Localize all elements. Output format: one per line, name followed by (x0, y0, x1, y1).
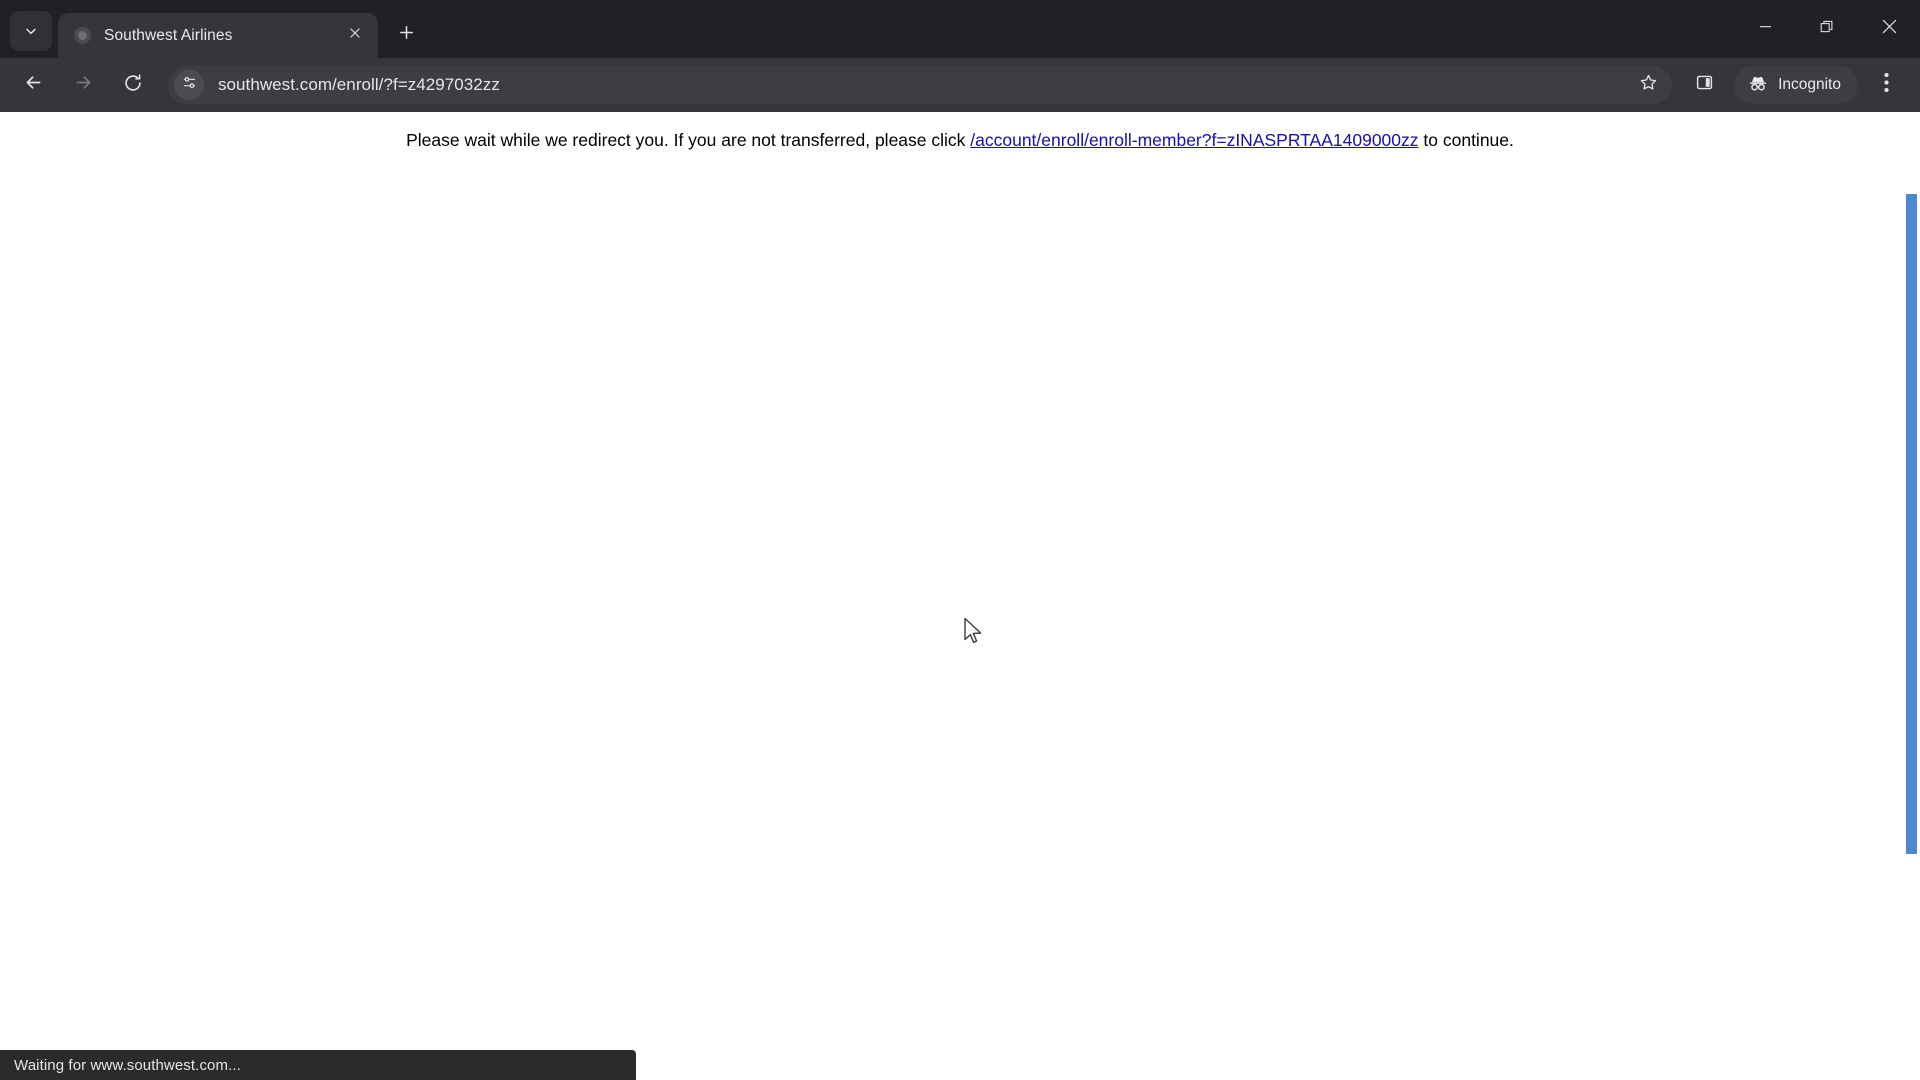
window-minimize-button[interactable] (1734, 0, 1796, 58)
close-icon (348, 26, 362, 45)
close-icon (1882, 19, 1897, 39)
enroll-member-link[interactable]: /account/enroll/enroll-member?f=zINASPRT… (970, 130, 1418, 150)
page-content: Please wait while we redirect you. If yo… (0, 112, 1920, 152)
tab-search-button[interactable] (10, 11, 52, 51)
chrome-menu-button[interactable] (1866, 65, 1906, 105)
back-button[interactable] (13, 65, 53, 105)
tab-close-button[interactable] (342, 23, 368, 49)
tab-strip: Southwest Airlines (0, 0, 1920, 58)
page-viewport: Please wait while we redirect you. If yo… (0, 112, 1920, 1080)
tab-title: Southwest Airlines (104, 26, 233, 44)
tune-sliders-icon (181, 74, 198, 96)
mouse-cursor (963, 617, 985, 647)
browser-tab[interactable]: Southwest Airlines (58, 13, 378, 58)
forward-arrow-icon (73, 72, 94, 98)
new-tab-button[interactable] (388, 17, 424, 53)
three-dot-menu-icon (1883, 72, 1889, 98)
vertical-scrollbar[interactable] (1905, 194, 1918, 1080)
incognito-spy-icon (1747, 72, 1769, 99)
window-restore-button[interactable] (1796, 0, 1858, 58)
status-bubble: Waiting for www.southwest.com... (0, 1050, 636, 1080)
browser-toolbar: southwest.com/enroll/?f=z4297032zz Incog… (0, 58, 1920, 112)
tab-list: Southwest Airlines (58, 0, 378, 58)
side-panel-button[interactable] (1684, 65, 1724, 105)
status-text: Waiting for www.southwest.com... (14, 1056, 241, 1074)
window-close-button[interactable] (1858, 0, 1920, 58)
star-outline-icon (1639, 73, 1658, 97)
reload-icon (123, 73, 143, 98)
url-text[interactable]: southwest.com/enroll/?f=z4297032zz (204, 75, 1632, 95)
back-arrow-icon (23, 72, 44, 98)
redirect-text-after: to continue. (1418, 130, 1514, 150)
side-panel-icon (1695, 73, 1714, 97)
incognito-indicator[interactable]: Incognito (1734, 66, 1858, 104)
window-controls (1734, 0, 1920, 58)
redirect-message: Please wait while we redirect you. If yo… (0, 129, 1920, 152)
incognito-label: Incognito (1778, 76, 1841, 93)
plus-icon (398, 24, 415, 46)
reload-button[interactable] (113, 65, 153, 105)
forward-button (63, 65, 103, 105)
site-settings-button[interactable] (174, 70, 204, 100)
address-bar[interactable]: southwest.com/enroll/?f=z4297032zz (168, 66, 1673, 104)
southwest-favicon (74, 27, 91, 44)
restore-icon (1820, 20, 1834, 39)
chevron-down-icon (23, 23, 39, 39)
bookmark-button[interactable] (1632, 69, 1664, 101)
scrollbar-thumb[interactable] (1906, 194, 1917, 854)
minimize-icon (1759, 20, 1772, 38)
browser-window: Southwest Airlines southwest.com/enroll/… (0, 0, 1920, 1080)
redirect-text-before: Please wait while we redirect you. If yo… (406, 130, 971, 150)
